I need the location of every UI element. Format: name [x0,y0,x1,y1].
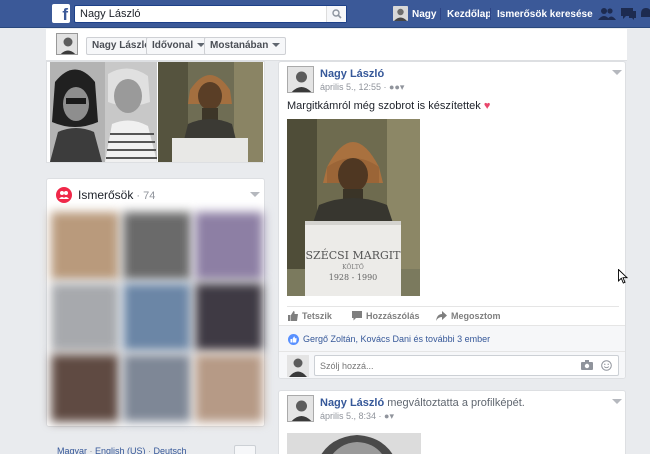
comment-input-box [314,355,619,376]
post-time-text[interactable]: április 5., 12:55 [320,82,381,92]
search-icon [332,9,342,19]
recent-dropdown-button[interactable]: Mostanában [204,37,287,55]
photo-thumbnail-statue[interactable] [158,62,263,162]
nav-profile-link[interactable]: Nagy [412,9,436,20]
post-text-content: Margitkámról még szobrot is készítettek [287,100,481,112]
post-text: Margitkámról még szobrot is készítettek … [287,100,490,112]
nav-divider [440,8,441,20]
like-label: Tetszik [302,311,332,321]
comment-button[interactable]: Hozzászólás [352,311,420,321]
nav-divider [490,8,491,20]
chevron-down-icon[interactable] [250,192,260,197]
nav-profile-avatar[interactable] [393,6,408,21]
post-options-chevron-icon[interactable] [612,399,622,404]
post-author-avatar[interactable] [287,66,314,93]
search-button[interactable] [326,6,346,22]
friends-card: Ismerősök · 74 [46,178,265,427]
photo-thumbnail[interactable] [50,62,157,162]
statue-plaque-years: 1928 - 1990 [329,273,378,282]
nav-home-link[interactable]: Kezdőlap [447,9,491,20]
share-label: Megosztom [451,311,501,321]
divider [287,306,619,307]
search-input[interactable] [75,6,325,22]
friend-requests-icon[interactable] [598,7,616,21]
thumbs-up-icon [288,311,298,321]
language-link[interactable]: Magyar [57,446,87,454]
statue-plaque-role: KÖLTŐ [342,264,364,271]
language-link[interactable]: English (US) [95,446,146,454]
post-time-text[interactable]: április 5., 8:34 [320,411,376,421]
post-author-name[interactable]: Nagy László [320,68,384,80]
comment-input[interactable] [315,356,565,375]
messages-icon[interactable] [620,7,636,21]
comment-label: Hozzászólás [366,311,420,321]
post-options-chevron-icon[interactable] [612,70,622,75]
heart-emoji-icon: ♥ [483,100,491,112]
language-link[interactable]: Deutsch [154,446,187,454]
audience-icon[interactable]: ●●▾ [389,82,404,92]
facebook-logo-icon[interactable]: f [52,4,70,23]
chevron-down-icon [272,43,281,47]
top-navigation-bar: f Nagy Kezdőlap Ismerősök keresése [0,0,650,28]
audience-icon[interactable]: ●▾ [384,411,394,421]
nav-find-friends-link[interactable]: Ismerősök keresése [497,9,593,20]
search-box [74,5,347,23]
timeline-post: Nagy László megváltoztatta a profilképét… [278,390,626,454]
post-timestamp: április 5., 12:55 · ●●▾ [320,82,405,92]
profile-sticky-header: Nagy László Idővonal Mostanában [46,29,627,61]
comment-composer [279,351,625,378]
friends-icon [56,187,72,203]
friends-title-text: Ismerősök [78,188,134,202]
friend-tile[interactable] [195,354,263,422]
commenter-avatar [287,355,309,377]
share-button[interactable]: Megosztom [436,311,501,321]
friend-tile[interactable] [195,212,263,280]
statue-plaque-name: SZÉCSI MARGIT [306,248,402,262]
like-button[interactable]: Tetszik [288,311,332,321]
friend-tile[interactable] [51,354,119,422]
timeline-post: Nagy László április 5., 12:55 · ●●▾ Marg… [278,61,626,379]
photos-card [46,61,265,163]
post-action-text: megváltoztatta a profilképét. [384,397,525,409]
reactions-summary: Gergő Zoltán, Kovács Dani és további 3 e… [279,325,625,351]
friends-count: · 74 [133,190,156,202]
profile-picture-preview[interactable] [287,433,421,454]
notifications-icon[interactable] [640,7,650,21]
friend-tile[interactable] [123,283,191,351]
like-reaction-icon [288,334,299,345]
post-timestamp: április 5., 8:34 · ●▾ [320,411,394,421]
friend-tile[interactable] [123,212,191,280]
friend-tile[interactable] [195,283,263,351]
post-photo-statue[interactable]: SZÉCSI MARGIT KÖLTŐ 1928 - 1990 [287,119,420,296]
likes-summary-text[interactable]: Gergő Zoltán, Kovács Dani és további 3 e… [303,334,490,344]
mouse-cursor-icon [618,269,628,284]
timeline-dropdown-label: Idővonal [152,40,194,51]
friend-tile[interactable] [51,283,119,351]
post-author-line: Nagy László megváltoztatta a profilképét… [320,397,525,409]
post-author-name[interactable]: Nagy László [320,397,384,409]
recent-dropdown-label: Mostanában [210,40,269,51]
post-author-avatar[interactable] [287,395,314,422]
friend-tile[interactable] [51,212,119,280]
more-languages-button[interactable] [234,445,256,454]
friends-title[interactable]: Ismerősök · 74 [78,188,155,202]
language-footer: Magyar · English (US) · Deutsch [57,446,187,454]
camera-icon[interactable] [581,360,593,373]
friend-tile[interactable] [123,354,191,422]
comment-icon [352,311,362,321]
emoji-icon[interactable] [601,360,612,374]
share-arrow-icon [436,311,447,321]
timeline-dropdown-button[interactable]: Idővonal [146,37,212,55]
profile-thumbnail-avatar[interactable] [56,33,78,55]
